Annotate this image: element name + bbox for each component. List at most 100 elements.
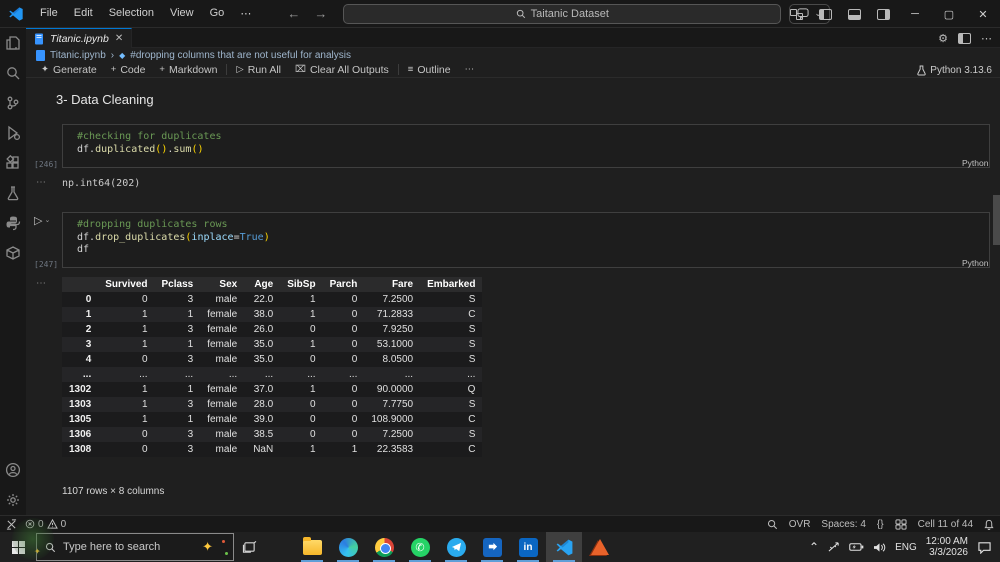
table-cell: female (207, 384, 238, 395)
menu-[interactable]: ⋯ (232, 4, 259, 23)
close-button[interactable]: ✕ (966, 0, 1000, 28)
menu-view[interactable]: View (162, 4, 202, 23)
table-cell: 1 (310, 384, 316, 395)
table-cell: S (468, 294, 476, 305)
toolbar-markdown-button[interactable]: + Markdown (152, 62, 224, 78)
source-control-icon[interactable] (0, 88, 26, 118)
layout-grid-icon[interactable] (895, 518, 907, 530)
menu-selection[interactable]: Selection (101, 4, 162, 23)
kernel-picker[interactable]: Python 3.13.6 (917, 62, 992, 78)
menu-edit[interactable]: Edit (66, 4, 101, 23)
toggle-sidebar-icon[interactable] (819, 8, 832, 20)
taskbar-app-vscode[interactable] (546, 532, 582, 562)
code-editor[interactable]: #dropping duplicates rows df.drop_duplica… (63, 213, 989, 261)
explorer-icon[interactable] (0, 28, 26, 58)
table-row: 1305 1 1 female 39.0 0 0 108.9000 C (62, 412, 483, 427)
table-cell: S (468, 339, 476, 350)
taskbar-app-whatsapp[interactable]: ✆ (402, 532, 438, 562)
menu-file[interactable]: File (32, 4, 66, 23)
breadcrumb-file[interactable]: Titanic.ipynb (50, 50, 106, 61)
taskbar-app-matlab[interactable] (582, 532, 618, 562)
tab-close-icon[interactable]: ✕ (115, 33, 123, 44)
run-debug-icon[interactable] (0, 118, 26, 148)
taskbar-app-edge[interactable] (330, 532, 366, 562)
clock[interactable]: 12:00 AM 3/3/2026 (926, 536, 968, 558)
cell-language-label[interactable]: Python (962, 158, 988, 168)
table-cell: male (215, 354, 238, 365)
code-cell-2[interactable]: #dropping duplicates rows df.drop_duplica… (62, 212, 990, 268)
task-view-button[interactable] (234, 532, 264, 562)
tab-titanic-ipynb[interactable]: Titanic.ipynb ✕ (26, 28, 133, 48)
remote-indicator-icon[interactable] (6, 518, 17, 530)
toolbar-outline-button[interactable]: ≡ Outline (401, 62, 458, 78)
maximize-button[interactable]: ▢ (932, 0, 966, 28)
toolbar-separator (397, 64, 399, 75)
split-editor-icon[interactable] (958, 32, 971, 44)
toolbar-clear-all-outputs-button[interactable]: ⌧ Clear All Outputs (288, 62, 396, 78)
editor-scrollbar[interactable] (993, 195, 1000, 245)
cell-position-indicator[interactable]: Cell 11 of 44 (918, 519, 973, 530)
battery-icon[interactable] (849, 542, 864, 552)
run-cell-button[interactable]: ▷ ⌄ (34, 214, 50, 227)
search-icon[interactable] (0, 58, 26, 88)
start-button[interactable] (0, 532, 36, 562)
forward-arrow-icon[interactable]: → (314, 6, 327, 21)
tray-chevron-up-icon[interactable]: ⌃ (809, 540, 819, 554)
extensions-icon[interactable] (0, 148, 26, 178)
action-center-icon[interactable] (977, 541, 992, 554)
table-cell: female (207, 324, 238, 335)
language-indicator[interactable]: ENG (895, 542, 917, 553)
stream-icon (482, 537, 502, 557)
command-search-input[interactable]: Taitanic Dataset (343, 3, 782, 24)
overtype-indicator[interactable]: OVR (789, 519, 811, 530)
usb-icon[interactable] (828, 541, 840, 553)
back-arrow-icon[interactable]: ← (287, 6, 300, 21)
menu-go[interactable]: Go (202, 4, 233, 23)
taskbar-app-file-explorer[interactable] (294, 532, 330, 562)
cell-language-label[interactable]: Python (962, 258, 988, 268)
code-cell-1[interactable]: #checking for duplicates df.duplicated().… (62, 124, 990, 168)
code-editor[interactable]: #checking for duplicates df.duplicated().… (63, 125, 989, 160)
account-icon[interactable] (0, 455, 26, 485)
table-cell: 0 (310, 414, 316, 425)
customize-layout-icon[interactable] (790, 8, 803, 20)
language-mode-indicator[interactable]: {} (877, 519, 884, 530)
problems-button[interactable]: 0 0 (25, 519, 66, 530)
volume-icon[interactable] (873, 542, 886, 553)
python-icon[interactable] (0, 208, 26, 238)
taskbar-app-linkedin[interactable]: in (510, 532, 546, 562)
taskbar-app-stream[interactable] (474, 532, 510, 562)
more-actions-icon[interactable]: ⋯ (981, 32, 992, 45)
column-header: Age (254, 279, 274, 290)
row-index: 3 (85, 339, 92, 350)
bell-icon[interactable] (984, 519, 994, 530)
tray-date: 3/3/2026 (929, 547, 968, 558)
output-collapse-dots[interactable]: ⋯ (36, 177, 47, 188)
toolbar-more-button[interactable]: ⋯ (458, 62, 482, 78)
breadcrumb-cell[interactable]: #dropping columns that are not useful fo… (130, 50, 351, 61)
table-row: 0 0 3 male 22.0 1 0 7.2500 S (62, 292, 483, 307)
table-cell: 0 (351, 399, 358, 410)
output-collapse-dots[interactable]: ⋯ (36, 278, 47, 289)
table-cell: 3 (187, 444, 194, 455)
kernel-label: Python 3.13.6 (930, 64, 992, 76)
toolbar-code-button[interactable]: + Code (104, 62, 153, 78)
minimize-button[interactable]: ─ (898, 0, 932, 28)
table-cell: 71.2833 (376, 309, 414, 320)
toggle-secondary-sidebar-icon[interactable] (877, 8, 890, 20)
toolbar-run-all-button[interactable]: ▷ Run All (229, 62, 288, 78)
table-cell: 8.0500 (382, 354, 414, 365)
table-cell: 108.9000 (371, 414, 414, 425)
taskbar-app-chrome[interactable] (366, 532, 402, 562)
testing-icon[interactable] (0, 178, 26, 208)
taskbar-search-input[interactable]: Type here to search ✦ ✦ (34, 533, 234, 561)
zoom-icon[interactable] (767, 519, 778, 530)
jupyter-box-icon[interactable] (0, 238, 26, 268)
settings-gear-icon[interactable] (0, 485, 26, 515)
taskbar-app-telegram[interactable] (438, 532, 474, 562)
indentation-indicator[interactable]: Spaces: 4 (821, 519, 865, 530)
toggle-panel-icon[interactable] (848, 8, 861, 20)
gear-icon[interactable]: ⚙ (938, 32, 948, 45)
code-line: df.drop_duplicates(inplace=True) (77, 232, 989, 245)
toolbar-generate-button[interactable]: ✦ Generate (34, 62, 104, 78)
